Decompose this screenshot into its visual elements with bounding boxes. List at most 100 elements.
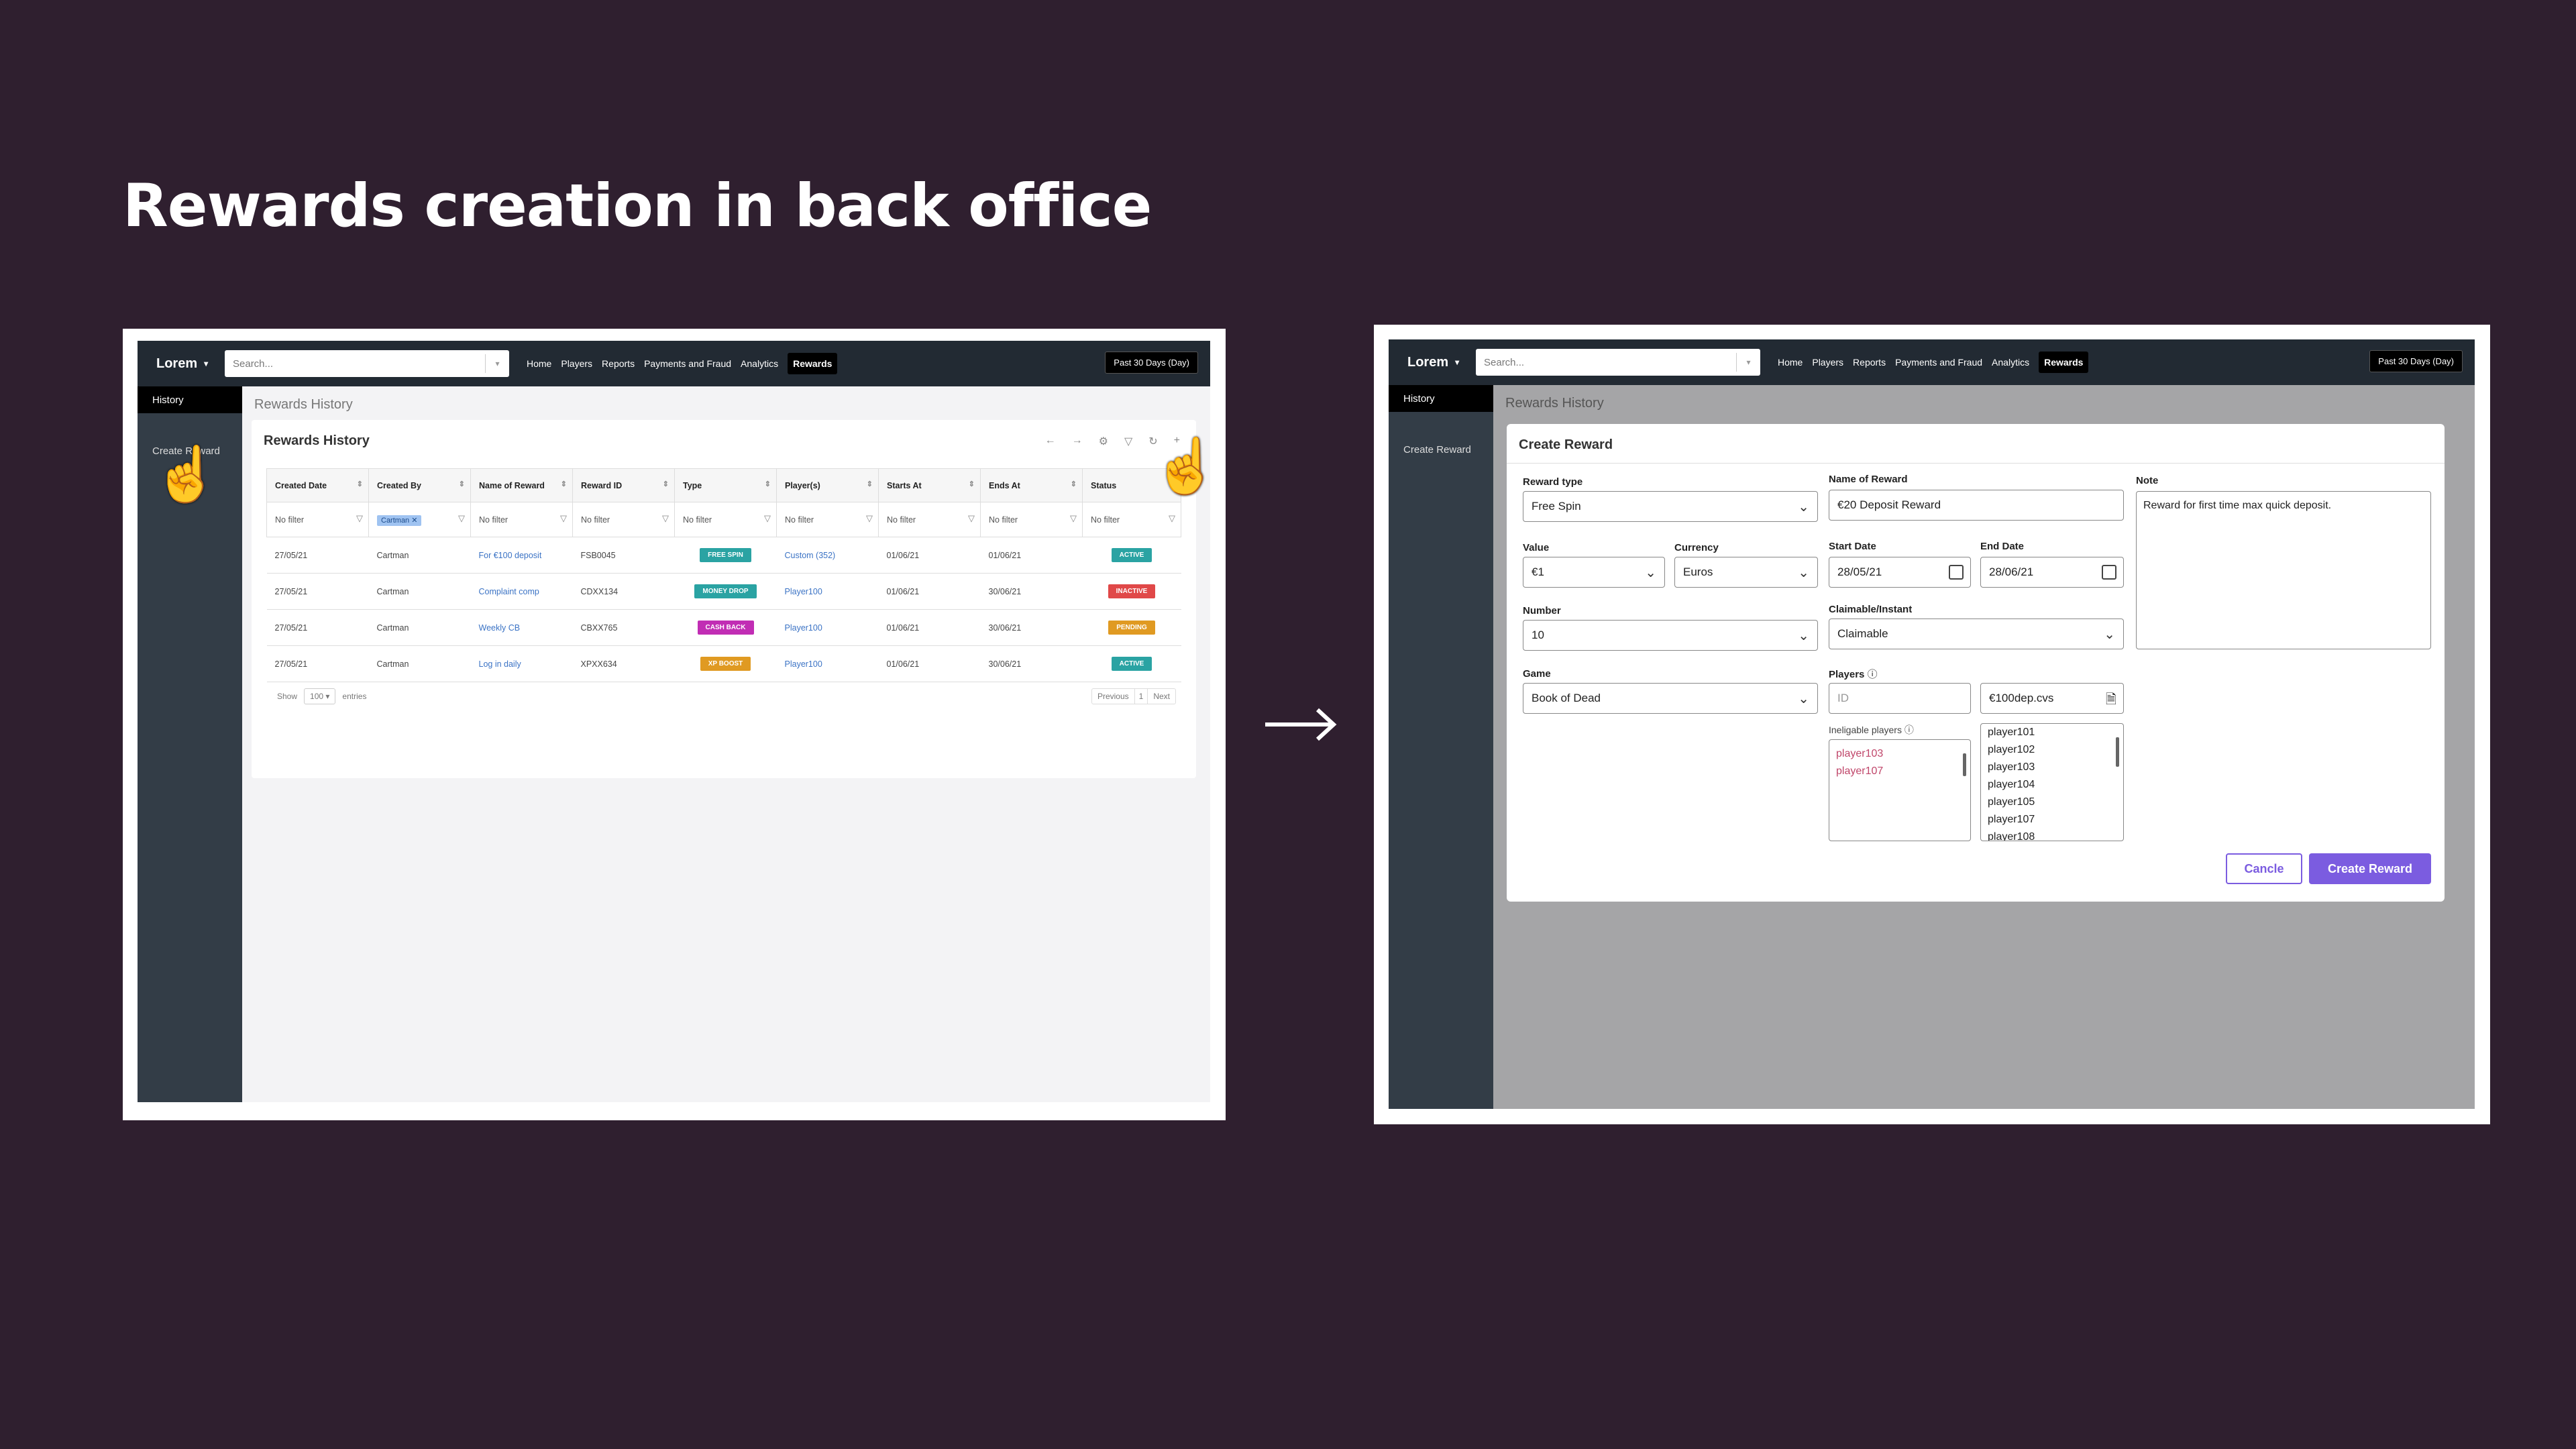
scrollbar[interactable] bbox=[2116, 737, 2119, 767]
sidebar-item-history[interactable]: History bbox=[1389, 385, 1493, 412]
nav-rewards[interactable]: Rewards bbox=[2039, 352, 2089, 373]
nav-analytics[interactable]: Analytics bbox=[741, 358, 778, 369]
table-row[interactable]: 27/05/21 Cartman Weekly CB CBXX765 CASH BACK… bbox=[266, 609, 1181, 646]
file-input[interactable]: €100dep.cvs 🗎 bbox=[1980, 683, 2124, 714]
scrollbar[interactable] bbox=[1963, 753, 1966, 776]
start-date-input[interactable]: 28/05/21 bbox=[1829, 557, 1971, 588]
cancel-button[interactable]: Cancle bbox=[2226, 853, 2302, 884]
nav-payments[interactable]: Payments and Fraud bbox=[1895, 357, 1982, 368]
nav-analytics[interactable]: Analytics bbox=[1992, 357, 2029, 368]
list-item[interactable]: player107 bbox=[1836, 763, 1964, 780]
col-ends-at[interactable]: Ends At ⇕ bbox=[980, 468, 1083, 502]
sidebar-item-create-reward[interactable]: Create Reward bbox=[1389, 412, 1493, 455]
table-row[interactable]: 27/05/21 Cartman Log in daily XPXX634 XP BOO… bbox=[266, 645, 1181, 682]
previous-button[interactable]: Previous bbox=[1092, 689, 1134, 704]
name-input[interactable]: €20 Deposit Reward bbox=[1829, 490, 2124, 521]
page-size-select[interactable]: 100 ▾ bbox=[304, 688, 336, 704]
col-created-by[interactable]: Created By ⇕ bbox=[368, 468, 471, 502]
list-item[interactable]: player107 bbox=[1988, 811, 2116, 828]
filter-cell[interactable]: No filter ▽ bbox=[674, 502, 777, 537]
filter-icon[interactable]: ▽ bbox=[1124, 435, 1132, 448]
chevron-down-icon: ⌄ bbox=[1798, 692, 1809, 706]
chevron-down-icon: ▾ bbox=[204, 359, 209, 368]
date-range-button[interactable]: Past 30 Days (Day) bbox=[2369, 350, 2463, 372]
cell-name[interactable]: Weekly CB bbox=[470, 609, 573, 646]
logo-text: Lorem bbox=[1407, 354, 1449, 370]
chevron-down-icon[interactable]: ▾ bbox=[1736, 353, 1760, 372]
arrow-right-icon[interactable]: → bbox=[1072, 435, 1083, 448]
main-nav: Home Players Reports Payments and Fraud … bbox=[527, 353, 838, 374]
cell-players[interactable]: Player100 bbox=[776, 645, 879, 682]
filter-cell[interactable]: No filter ▽ bbox=[776, 502, 879, 537]
cell-name[interactable]: For €100 deposit bbox=[470, 537, 573, 574]
filter-cell[interactable]: No filter ▽ bbox=[1082, 502, 1181, 537]
cell-name[interactable]: Log in daily bbox=[470, 645, 573, 682]
sidebar-item-history[interactable]: History bbox=[138, 386, 242, 413]
name-label: Name of Reward bbox=[1829, 474, 1908, 485]
list-item[interactable]: player102 bbox=[1988, 741, 2116, 759]
create-reward-button[interactable]: Create Reward bbox=[2309, 853, 2431, 884]
table-row[interactable]: 27/05/21 Cartman Complaint comp CDXX134 MONE… bbox=[266, 573, 1181, 610]
cell-name[interactable]: Complaint comp bbox=[470, 573, 573, 610]
settings-icon[interactable]: ⚙ bbox=[1099, 435, 1108, 448]
value-select[interactable]: €1 ⌄ bbox=[1523, 557, 1665, 588]
logo[interactable]: Lorem ▾ bbox=[1407, 355, 1472, 370]
filter-cell[interactable]: No filter ▽ bbox=[980, 502, 1083, 537]
filter-cell[interactable]: Cartman ✕ ▽ bbox=[368, 502, 471, 537]
search-input[interactable]: Search... ▾ bbox=[1476, 349, 1760, 376]
col-name[interactable]: Name of Reward ⇕ bbox=[470, 468, 573, 502]
start-date-label: Start Date bbox=[1829, 541, 1876, 552]
game-select[interactable]: Book of Dead ⌄ bbox=[1523, 683, 1818, 714]
arrow-right-icon bbox=[1265, 708, 1337, 741]
arrow-left-icon[interactable]: ← bbox=[1045, 435, 1056, 448]
cell-created: 27/05/21 bbox=[266, 645, 369, 682]
list-item[interactable]: player108 bbox=[1988, 828, 2116, 841]
page-1[interactable]: 1 bbox=[1134, 689, 1148, 704]
cell-players[interactable]: Custom (352) bbox=[776, 537, 879, 574]
reward-type-select[interactable]: Free Spin ⌄ bbox=[1523, 491, 1818, 522]
col-reward-id[interactable]: Reward ID ⇕ bbox=[572, 468, 675, 502]
nav-payments[interactable]: Payments and Fraud bbox=[644, 358, 731, 369]
breadcrumb: Rewards History bbox=[1505, 396, 1604, 411]
nav-home[interactable]: Home bbox=[527, 358, 551, 369]
list-item[interactable]: player103 bbox=[1988, 759, 2116, 776]
nav-home[interactable]: Home bbox=[1778, 357, 1803, 368]
note-textarea[interactable]: Reward for first time max quick deposit. bbox=[2136, 491, 2431, 649]
list-item[interactable]: player105 bbox=[1988, 794, 2116, 811]
nav-rewards[interactable]: Rewards bbox=[788, 353, 838, 374]
col-players[interactable]: Player(s) ⇕ bbox=[776, 468, 879, 502]
sort-icon: ⇕ bbox=[560, 480, 567, 488]
end-date-input[interactable]: 28/06/21 bbox=[1980, 557, 2124, 588]
info-icon: ⓘ bbox=[1904, 724, 1914, 735]
cell-players[interactable]: Player100 bbox=[776, 609, 879, 646]
date-range-button[interactable]: Past 30 Days (Day) bbox=[1105, 352, 1198, 374]
number-select[interactable]: 10 ⌄ bbox=[1523, 620, 1818, 651]
search-input[interactable]: Search... ▾ bbox=[225, 350, 509, 377]
nav-players[interactable]: Players bbox=[1812, 357, 1843, 368]
nav-reports[interactable]: Reports bbox=[1853, 357, 1886, 368]
filter-cell[interactable]: No filter ▽ bbox=[470, 502, 573, 537]
nav-players[interactable]: Players bbox=[561, 358, 592, 369]
list-item[interactable]: player103 bbox=[1836, 745, 1964, 763]
nav-reports[interactable]: Reports bbox=[602, 358, 635, 369]
file-icon: 🗎 bbox=[2105, 692, 2116, 707]
claimable-select[interactable]: Claimable ⌄ bbox=[1829, 619, 2124, 649]
filter-cell[interactable]: No filter ▽ bbox=[266, 502, 369, 537]
filter-cell[interactable]: No filter ▽ bbox=[572, 502, 675, 537]
currency-select[interactable]: Euros ⌄ bbox=[1674, 557, 1818, 588]
chevron-down-icon[interactable]: ▾ bbox=[485, 354, 509, 373]
filter-cell[interactable]: No filter ▽ bbox=[878, 502, 981, 537]
list-item[interactable]: player101 bbox=[1988, 724, 2116, 741]
cell-players[interactable]: Player100 bbox=[776, 573, 879, 610]
col-type[interactable]: Type ⇕ bbox=[674, 468, 777, 502]
players-list[interactable]: player101 player102 player103 player104 … bbox=[1980, 723, 2124, 841]
ineligible-list[interactable]: player103 player107 bbox=[1829, 739, 1971, 841]
logo[interactable]: Lorem ▾ bbox=[156, 356, 221, 372]
list-item[interactable]: player104 bbox=[1988, 776, 2116, 794]
next-button[interactable]: Next bbox=[1148, 689, 1175, 704]
col-created-date[interactable]: Created Date ⇕ bbox=[266, 468, 369, 502]
player-id-input[interactable]: ID bbox=[1829, 683, 1971, 714]
cell-ends: 30/06/21 bbox=[980, 609, 1083, 646]
col-starts-at[interactable]: Starts At ⇕ bbox=[878, 468, 981, 502]
table-row[interactable]: 27/05/21 Cartman For €100 deposit FSB0045 FR… bbox=[266, 537, 1181, 574]
